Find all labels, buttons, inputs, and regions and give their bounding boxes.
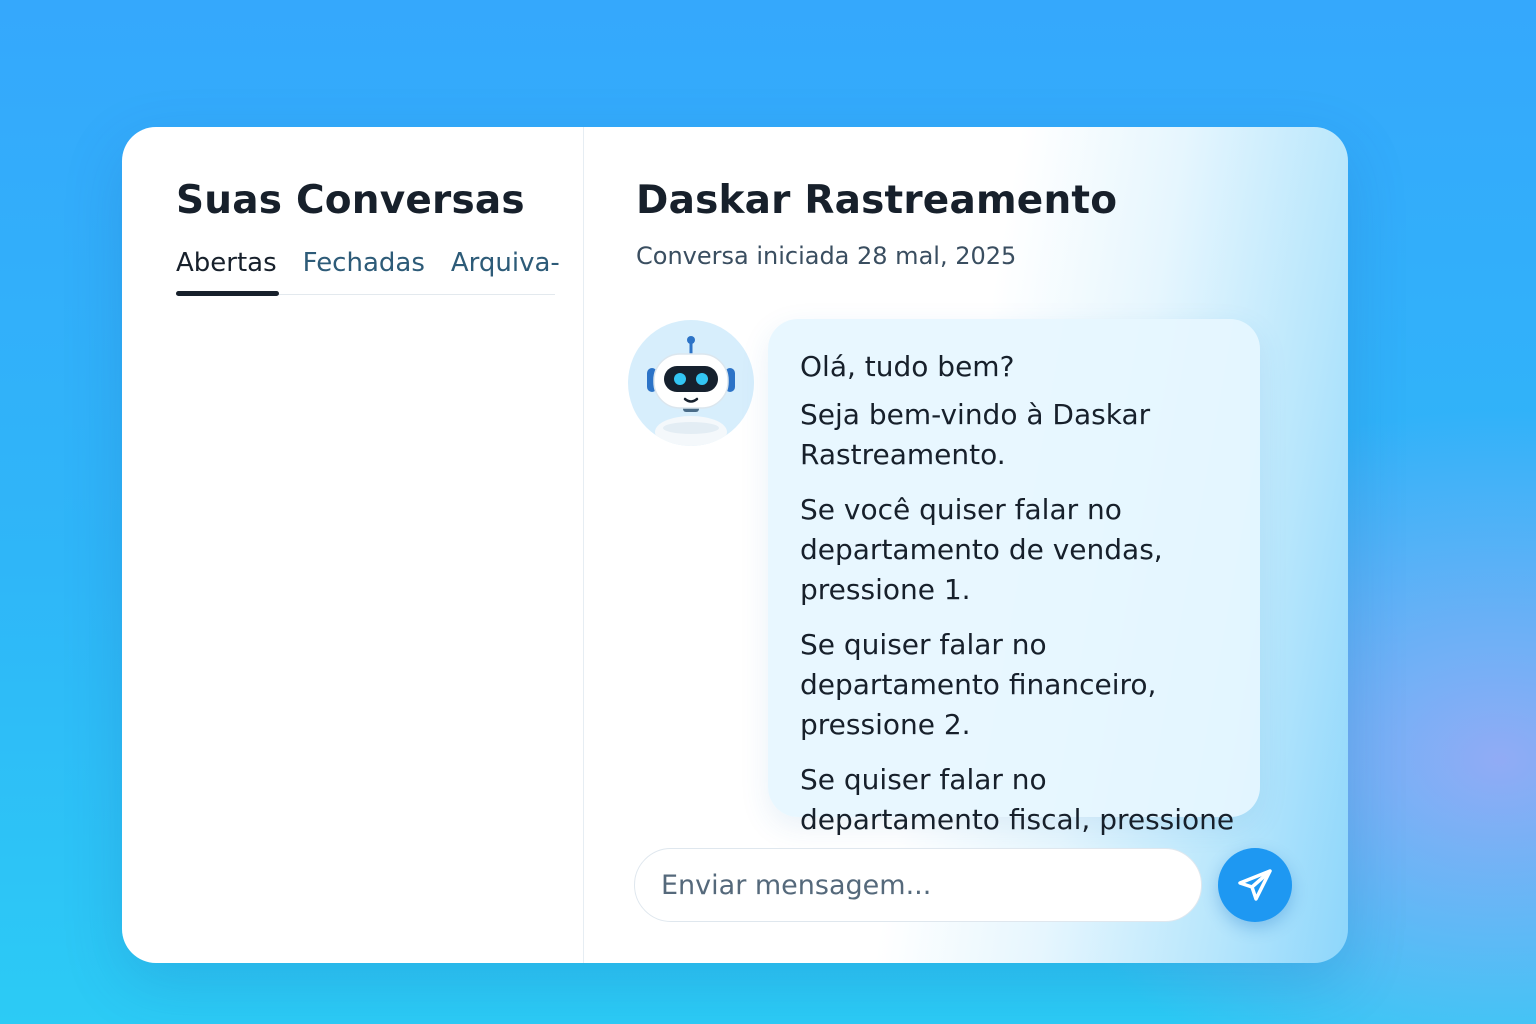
bot-avatar — [628, 320, 754, 446]
sidebar-title: Suas Conversas — [176, 178, 525, 223]
conversation-tabs: Abertas Fechadas Arquiva- — [176, 247, 560, 296]
send-icon — [1238, 869, 1272, 901]
tab-open[interactable]: Abertas — [176, 247, 279, 296]
message-composer — [634, 848, 1202, 922]
robot-icon — [647, 336, 735, 446]
tab-closed[interactable]: Fechadas — [303, 247, 425, 294]
message-option-sales: Se você quiser falar no departamento de … — [800, 493, 1163, 606]
conversation-start-date: Conversa iniciada 28 mal, 2025 — [636, 242, 1017, 270]
message-welcome: Seja bem-vindo à Daskar Rastreamento. — [800, 398, 1151, 471]
tab-archived[interactable]: Arquiva- — [451, 247, 560, 294]
chat-title: Daskar Rastreamento — [636, 178, 1118, 223]
bot-message-bubble: Olá, tudo bem? Seja bem-vindo à Daskar R… — [768, 319, 1260, 876]
conversations-sidebar: Suas Conversas Abertas Fechadas Arquiva- — [122, 127, 584, 963]
chat-window: Suas Conversas Abertas Fechadas Arquiva-… — [122, 127, 1348, 963]
send-button[interactable] — [1218, 848, 1292, 922]
message-input[interactable] — [635, 849, 1201, 921]
message-option-finance: Se quiser falar no departamento financei… — [800, 628, 1157, 741]
message-greeting: Olá, tudo bem? — [800, 350, 1015, 383]
chat-panel: Daskar Rastreamento Conversa iniciada 28… — [584, 127, 1348, 963]
